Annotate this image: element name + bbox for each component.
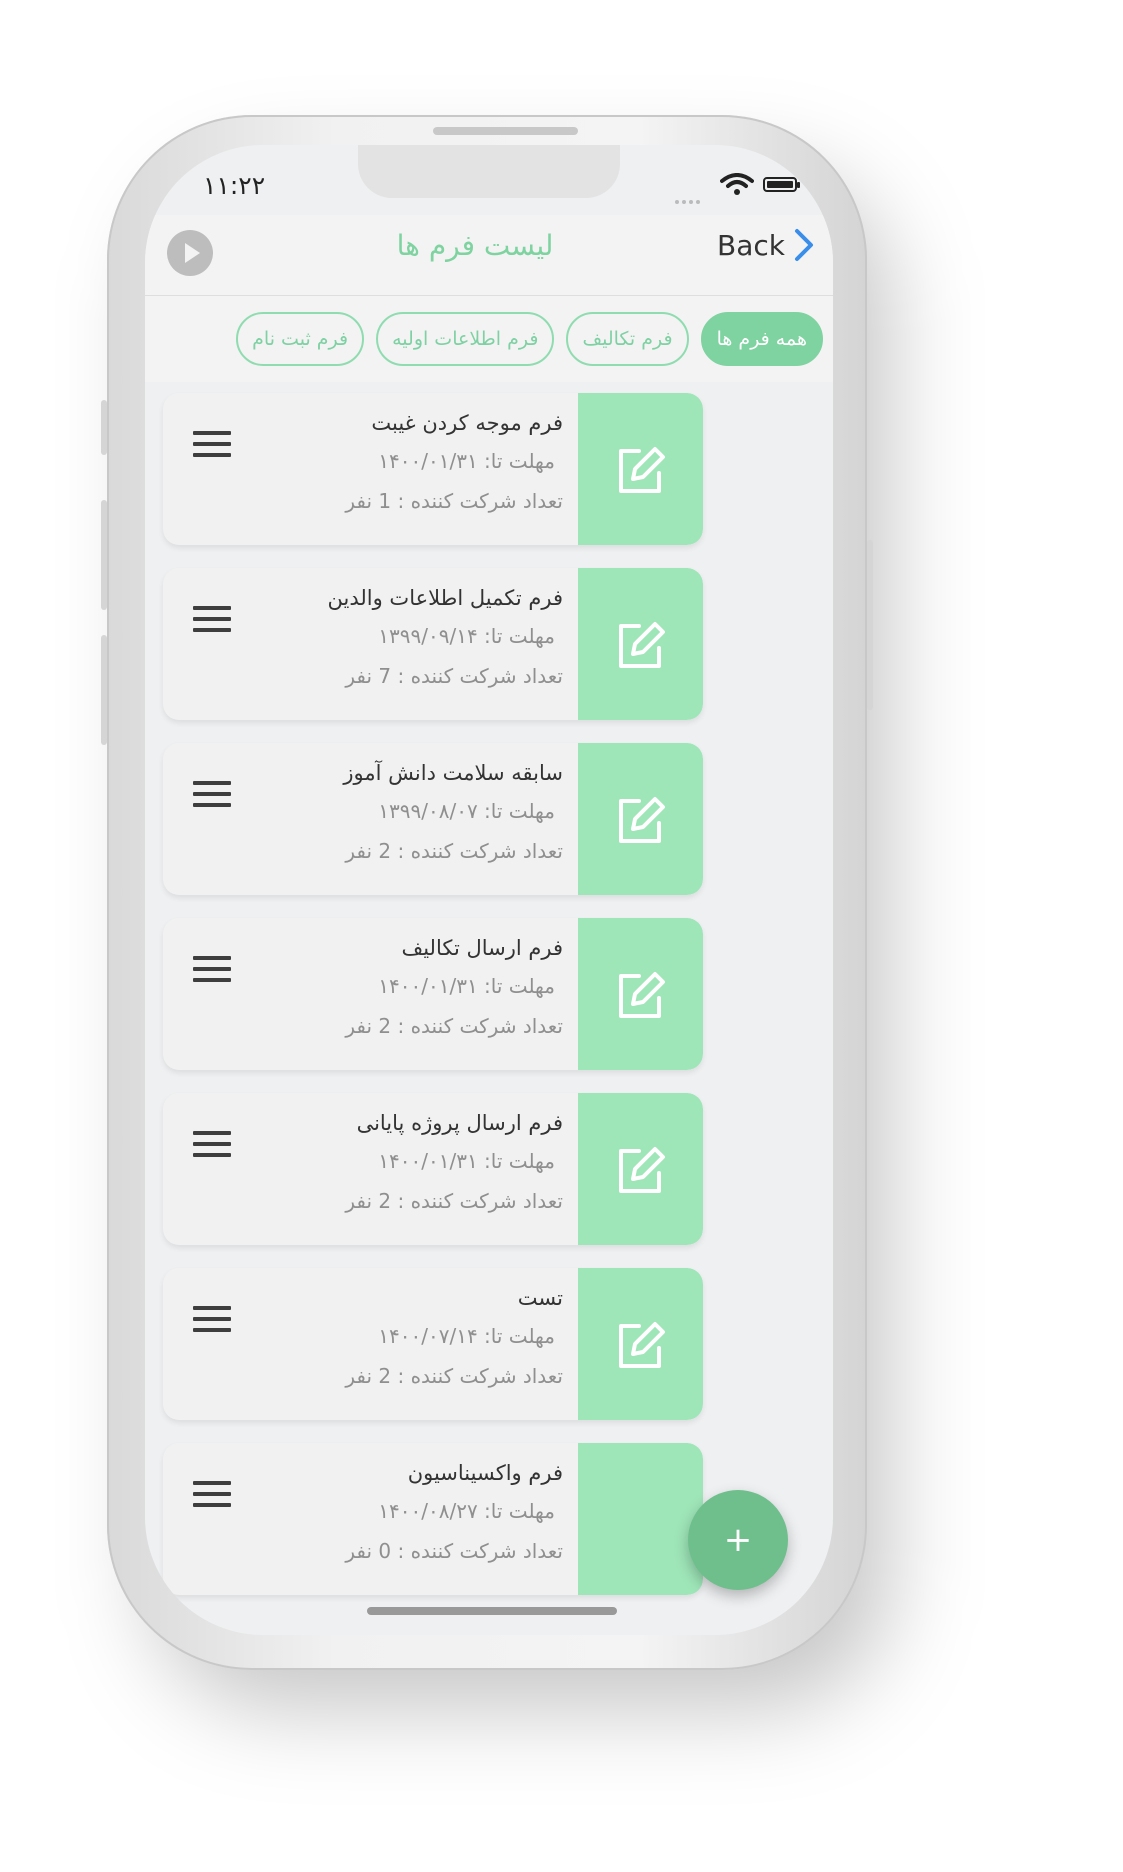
filter-chip-basic-info[interactable]: فرم اطلاعات اولیه	[376, 312, 555, 366]
edit-button[interactable]	[578, 918, 703, 1070]
power-button	[867, 540, 873, 710]
form-deadline: مهلت تا: ۱۳۹۹/۰۸/۰۷	[378, 799, 555, 823]
form-name: فرم واکسیناسیون	[407, 1461, 563, 1485]
form-name: فرم موجه کردن غیبت	[371, 411, 563, 435]
edit-icon	[618, 1147, 665, 1193]
form-deadline: مهلت تا: ۱۴۰۰/۰۱/۳۱	[378, 1149, 555, 1173]
form-participants: تعداد شرکت کننده : 7 نفر	[345, 664, 563, 688]
form-name: فرم ارسال تکالیف	[401, 936, 563, 960]
form-name: تست	[517, 1286, 563, 1310]
form-deadline: مهلت تا: ۱۴۰۰/۰۱/۳۱	[378, 449, 555, 473]
filter-chip-registration[interactable]: فرم ثبت نام	[236, 312, 365, 366]
form-card[interactable]: فرم موجه کردن غیبت مهلت تا: ۱۴۰۰/۰۱/۳۱ ت…	[163, 393, 703, 545]
volume-down-button	[101, 635, 107, 745]
form-deadline: مهلت تا: ۱۴۰۰/۰۸/۲۷	[378, 1499, 555, 1523]
play-icon[interactable]	[167, 230, 213, 276]
form-participants: تعداد شرکت کننده : 2 نفر	[345, 1364, 563, 1388]
form-card[interactable]: فرم ارسال پروژه پایانی مهلت تا: ۱۴۰۰/۰۱/…	[163, 1093, 703, 1245]
chevron-right-icon	[795, 229, 813, 261]
edit-icon	[618, 972, 665, 1018]
form-card[interactable]: سابقه سلامت دانش آموز مهلت تا: ۱۳۹۹/۰۸/۰…	[163, 743, 703, 895]
back-button[interactable]: Back	[717, 227, 815, 263]
mute-switch	[101, 400, 107, 455]
form-card[interactable]: فرم تکمیل اطلاعات والدین مهلت تا: ۱۳۹۹/۰…	[163, 568, 703, 720]
notch	[358, 145, 620, 198]
battery-icon	[763, 177, 800, 192]
status-time: ۱۱:۲۲	[203, 171, 266, 200]
filter-chip-homework[interactable]: فرم تکالیف	[566, 312, 689, 366]
app-header: لیست فرم ها Back	[145, 215, 833, 296]
form-participants: تعداد شرکت کننده : 2 نفر	[345, 1014, 563, 1038]
speaker	[433, 127, 578, 135]
form-deadline: مهلت تا: ۱۴۰۰/۰۱/۳۱	[378, 974, 555, 998]
form-deadline: مهلت تا: ۱۴۰۰/۰۷/۱۴	[378, 1324, 555, 1348]
form-name: سابقه سلامت دانش آموز	[343, 761, 563, 785]
edit-icon	[618, 1322, 665, 1368]
edit-button[interactable]	[578, 393, 703, 545]
volume-up-button	[101, 500, 107, 610]
screen: ۱۱:۲۲ لیست فرم ها Back همه فرم ها فرم تک…	[145, 145, 833, 1635]
home-indicator	[367, 1607, 617, 1615]
form-name: فرم تکمیل اطلاعات والدین	[327, 586, 563, 610]
filter-chip-all[interactable]: همه فرم ها	[700, 312, 823, 366]
form-participants: تعداد شرکت کننده : 0 نفر	[345, 1539, 563, 1563]
form-card[interactable]: تست مهلت تا: ۱۴۰۰/۰۷/۱۴ تعداد شرکت کننده…	[163, 1268, 703, 1420]
form-card[interactable]: فرم ارسال تکالیف مهلت تا: ۱۴۰۰/۰۱/۳۱ تعد…	[163, 918, 703, 1070]
edit-button[interactable]	[578, 743, 703, 895]
edit-button[interactable]	[578, 1268, 703, 1420]
form-participants: تعداد شرکت کننده : 1 نفر	[345, 489, 563, 513]
wifi-icon	[720, 173, 754, 195]
form-card[interactable]: فرم واکسیناسیون مهلت تا: ۱۴۰۰/۰۸/۲۷ تعدا…	[163, 1443, 703, 1595]
signal-dots	[675, 189, 707, 204]
form-participants: تعداد شرکت کننده : 2 نفر	[345, 839, 563, 863]
edit-button[interactable]	[578, 1443, 703, 1595]
edit-icon	[618, 622, 665, 668]
edit-button[interactable]	[578, 1093, 703, 1245]
form-deadline: مهلت تا: ۱۳۹۹/۰۹/۱۴	[378, 624, 555, 648]
form-name: فرم ارسال پروژه پایانی	[356, 1111, 563, 1135]
back-label: Back	[717, 228, 785, 262]
form-participants: تعداد شرکت کننده : 2 نفر	[345, 1189, 563, 1213]
edit-icon	[618, 797, 665, 843]
edit-button[interactable]	[578, 568, 703, 720]
edit-icon	[618, 447, 665, 493]
page-title: لیست فرم ها	[396, 229, 554, 262]
filter-chips: همه فرم ها فرم تکالیف فرم اطلاعات اولیه …	[145, 296, 833, 382]
add-form-button[interactable]: +	[688, 1490, 788, 1590]
